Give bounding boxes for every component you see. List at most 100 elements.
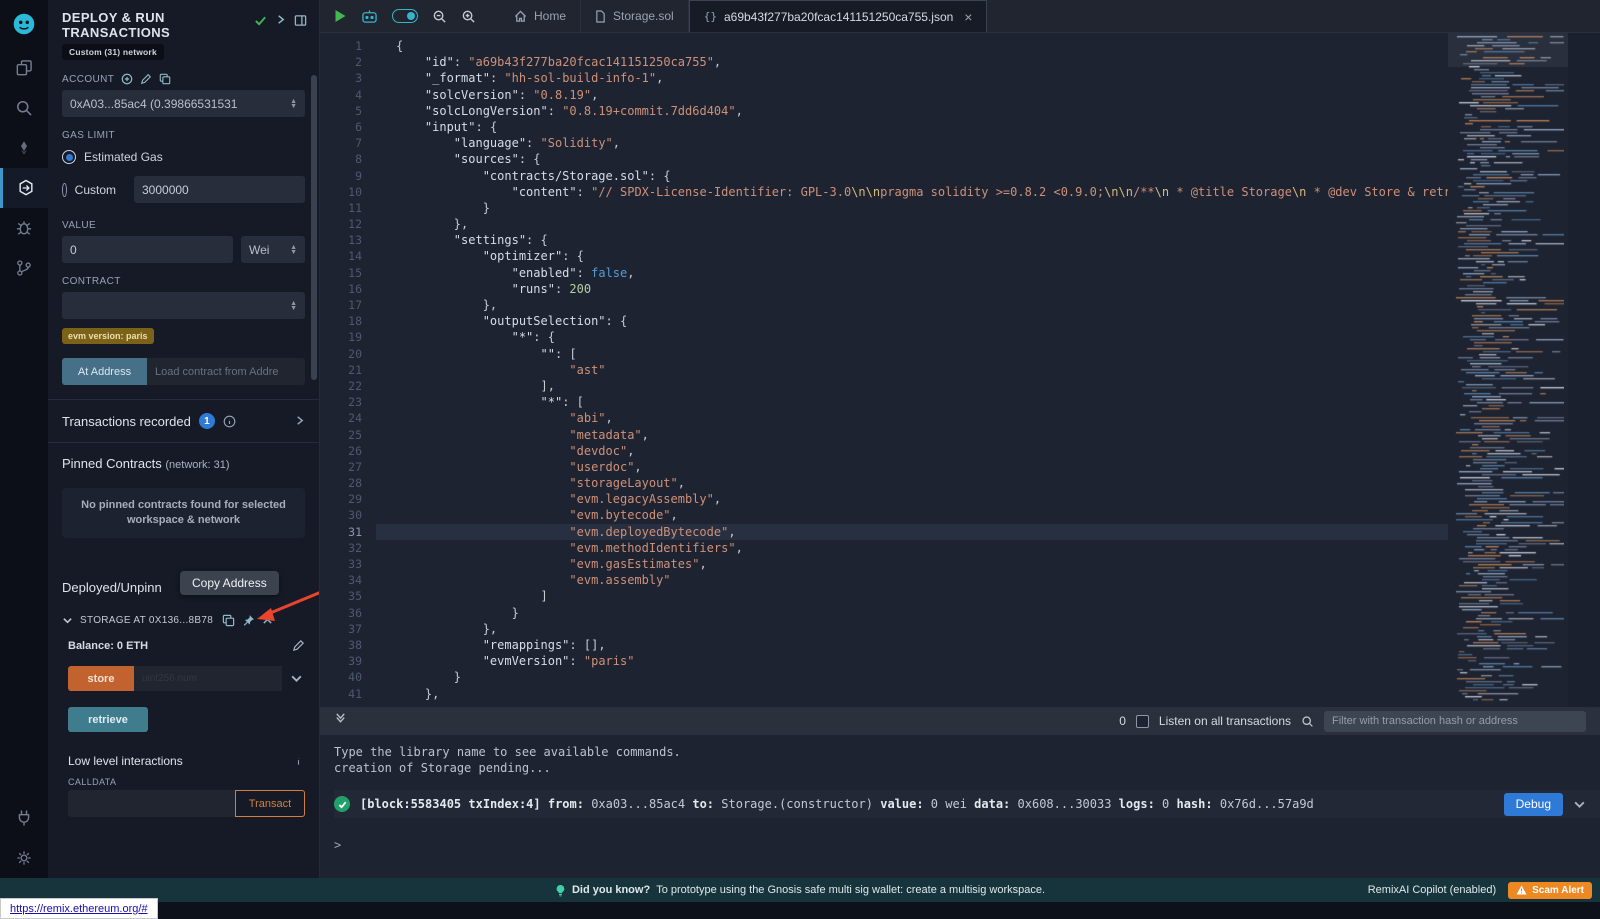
at-address-button[interactable]: At Address	[62, 358, 147, 385]
line-number: 33	[320, 556, 362, 572]
code-line: "devdoc",	[396, 443, 1448, 459]
store-arg-input[interactable]	[134, 666, 282, 691]
file-explorer-icon[interactable]	[0, 48, 48, 88]
calldata-input[interactable]	[68, 790, 235, 817]
editor-gutter: 1234567891011121314151617181920212223242…	[320, 33, 376, 707]
transactions-recorded-label: Transactions recorded	[62, 414, 191, 429]
icon-rail	[0, 0, 48, 878]
editor: 1234567891011121314151617181920212223242…	[320, 33, 1600, 707]
remix-ide-window: DEPLOY & RUN TRANSACTIONS Custom (31) ne…	[0, 0, 1600, 919]
stepper-icon[interactable]: ▲▼	[290, 245, 297, 255]
tab-storage-sol[interactable]: Storage.sol	[581, 0, 689, 32]
deploy-run-icon[interactable]	[0, 168, 48, 208]
remixai-assistant-icon[interactable]	[361, 9, 378, 24]
remix-logo-icon[interactable]	[0, 0, 48, 48]
deployed-contracts-section: Deployed/Unpinn Copy Address STORAGE AT …	[48, 580, 319, 817]
line-number: 14	[320, 248, 362, 264]
editor-scrollbar-track[interactable]	[1568, 33, 1600, 707]
run-script-play-icon[interactable]	[334, 9, 347, 23]
panel-scrollbar[interactable]	[311, 75, 317, 380]
expand-args-chevron-icon[interactable]	[282, 672, 305, 685]
expand-transactions-chevron-icon[interactable]	[294, 414, 305, 429]
git-icon[interactable]	[0, 248, 48, 288]
scam-alert-button[interactable]: Scam Alert	[1508, 882, 1592, 899]
close-tab-icon[interactable]: ×	[964, 9, 972, 25]
code-line: "_format": "hh-sol-build-info-1",	[396, 70, 1448, 86]
stepper-icon[interactable]: ▲▼	[290, 301, 297, 311]
editor-code-lines[interactable]: { "id": "a69b43f277ba20fcac141151250ca75…	[376, 33, 1448, 707]
line-number: 6	[320, 119, 362, 135]
stepper-icon[interactable]: ▲▼	[290, 99, 297, 109]
add-account-icon[interactable]	[121, 73, 133, 85]
expand-panel-chevron-icon[interactable]	[275, 14, 286, 25]
terminal-prompt[interactable]: >	[334, 838, 1600, 852]
line-number: 37	[320, 621, 362, 637]
debug-button[interactable]: Debug	[1504, 793, 1563, 816]
copilot-status[interactable]: RemixAI Copilot (enabled)	[1368, 884, 1496, 896]
value-input[interactable]	[62, 236, 233, 263]
minimap[interactable]	[1452, 33, 1564, 705]
network-badge: Custom (31) network	[62, 44, 164, 60]
code-line: "content": "// SPDX-License-Identifier: …	[396, 184, 1448, 200]
edit-account-icon[interactable]	[140, 73, 152, 85]
balance-label: Balance: 0 ETH	[68, 640, 148, 652]
minimap-viewport[interactable]	[1448, 33, 1568, 67]
search-icon[interactable]	[0, 88, 48, 128]
debugger-icon[interactable]	[0, 208, 48, 248]
listen-all-transactions-checkbox[interactable]	[1136, 715, 1149, 728]
account-value: 0xA03...85ac4 (0.39866531531	[70, 97, 237, 111]
estimated-gas-label: Estimated Gas	[84, 150, 163, 164]
tab-home[interactable]: Home	[500, 0, 581, 32]
line-number: 10	[320, 184, 362, 200]
estimated-gas-radio[interactable]	[62, 150, 76, 164]
code-line: },	[396, 297, 1448, 313]
transact-button[interactable]: Transact	[235, 790, 305, 817]
code-line: "input": {	[396, 119, 1448, 135]
code-line: },	[396, 216, 1448, 232]
code-line: "userdoc",	[396, 459, 1448, 475]
code-line: "outputSelection": {	[396, 313, 1448, 329]
line-number: 31	[320, 524, 362, 540]
store-button[interactable]: store	[68, 666, 134, 691]
transaction-log-row[interactable]: [block:5583405 txIndex:4] from: 0xa03...…	[334, 790, 1600, 818]
line-number: 28	[320, 475, 362, 491]
solidity-compiler-icon[interactable]	[0, 128, 48, 168]
line-number: 3	[320, 70, 362, 86]
chevron-down-icon[interactable]	[62, 615, 73, 626]
info-icon[interactable]	[223, 415, 236, 428]
expand-tx-chevron-icon[interactable]	[1573, 798, 1586, 811]
copilot-toggle[interactable]	[392, 9, 418, 23]
panel-title: DEPLOY & RUN TRANSACTIONS	[62, 10, 212, 40]
code-line: "storageLayout",	[396, 475, 1448, 491]
value-unit-select[interactable]: Wei ▲▼	[241, 236, 305, 263]
info-icon[interactable]	[292, 755, 305, 768]
code-line: "evm.methodIdentifiers",	[396, 540, 1448, 556]
settings-gear-icon[interactable]	[0, 838, 48, 878]
custom-gas-input[interactable]	[134, 176, 305, 203]
pin-panel-icon[interactable]	[294, 14, 307, 27]
terminal-body[interactable]: Type the library name to see available c…	[320, 735, 1600, 878]
tab-build-info-json[interactable]: {} a69b43f277ba20fcac141151250ca755.json…	[689, 0, 988, 32]
account-select[interactable]: 0xA03...85ac4 (0.39866531531 ▲▼	[62, 90, 305, 117]
line-number: 7	[320, 135, 362, 151]
tip-text: To prototype using the Gnosis safe multi…	[656, 884, 1045, 896]
load-contract-address-input[interactable]	[147, 358, 305, 385]
code-line: }	[396, 200, 1448, 216]
tab-label: Home	[534, 9, 566, 23]
custom-gas-radio[interactable]	[62, 183, 67, 197]
plugin-manager-icon[interactable]	[0, 798, 48, 838]
zoom-in-icon[interactable]	[461, 9, 476, 24]
line-number: 27	[320, 459, 362, 475]
line-number: 13	[320, 232, 362, 248]
contract-select[interactable]: ▲▼	[62, 292, 305, 319]
edit-balance-icon[interactable]	[292, 639, 305, 652]
expand-terminal-icon[interactable]	[334, 712, 347, 730]
retrieve-button[interactable]: retrieve	[68, 707, 148, 732]
code-line: "optimizer": {	[396, 248, 1448, 264]
filter-transactions-input[interactable]	[1324, 711, 1586, 732]
calldata-label: CALLDATA	[68, 777, 305, 787]
copy-account-icon[interactable]	[159, 73, 171, 85]
code-line: },	[396, 621, 1448, 637]
zoom-out-icon[interactable]	[432, 9, 447, 24]
line-number: 41	[320, 686, 362, 702]
